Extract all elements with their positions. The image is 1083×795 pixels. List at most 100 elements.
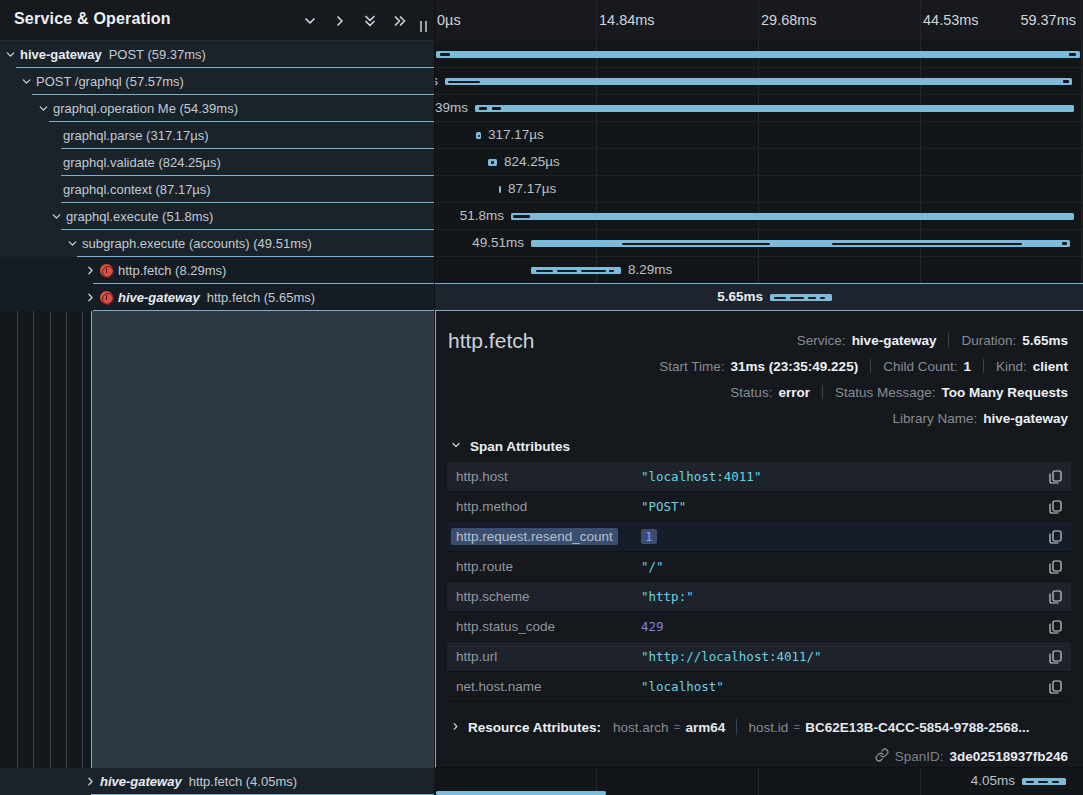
chevron-down-icon[interactable] [50, 210, 63, 223]
meta-label: Status Message: [835, 385, 936, 400]
service-name: hive-gateway [20, 47, 102, 62]
span-row[interactable]: hive-gatewayPOST (59.37ms) [0, 41, 434, 68]
attribute-row[interactable]: http.host"localhost:4011" [447, 462, 1071, 492]
chevron-right-icon[interactable] [84, 291, 97, 304]
indent-guide [66, 230, 67, 795]
span-bar[interactable] [445, 78, 1072, 85]
attribute-row[interactable]: http.url"http://localhost:4011/" [447, 642, 1071, 672]
chevron-right-icon[interactable] [84, 775, 97, 788]
attribute-value: "localhost" [641, 679, 724, 694]
chevron-down-icon[interactable] [66, 237, 79, 250]
copy-icon[interactable] [1049, 560, 1062, 574]
meta-value: hive-gateway [852, 333, 937, 348]
chevron-right-icon[interactable] [450, 720, 461, 735]
span-bar[interactable] [1022, 778, 1066, 785]
span-row[interactable]: graphql.operation Me (54.39ms) [0, 95, 434, 122]
span-label: graphql.operation Me (54.39ms) [53, 101, 238, 116]
chevron-down-icon[interactable] [20, 75, 33, 88]
bar-segment [1052, 781, 1059, 783]
link-icon [875, 748, 889, 765]
span-attributes-header[interactable]: Span Attributes [450, 439, 570, 454]
meta-label: Start Time: [659, 359, 724, 374]
attribute-row[interactable]: http.request.resend_count1 [447, 522, 1071, 552]
selected-subtree-area [91, 311, 434, 768]
resource-attributes-row[interactable]: Resource Attributes:host.arch=arm64host.… [450, 719, 1030, 735]
bar-segment [478, 135, 480, 137]
meta-label: Library Name: [892, 411, 977, 426]
bar-segment [820, 297, 825, 299]
copy-icon[interactable] [1049, 680, 1062, 694]
span-row[interactable]: graphql.execute (51.8ms) [0, 203, 434, 230]
span-bar[interactable] [511, 213, 1074, 220]
attribute-row[interactable]: net.host.name"localhost" [447, 672, 1071, 702]
panel-title: Service & Operation [14, 10, 171, 28]
attribute-value: "http://localhost:4011/" [641, 649, 822, 664]
copy-icon[interactable] [1049, 530, 1062, 544]
span-bar[interactable] [770, 294, 832, 301]
resource-key: host.arch [613, 720, 669, 735]
span-bar[interactable] [436, 51, 1080, 58]
ruler-tick-label: 14.84ms [599, 12, 655, 28]
attribute-key: net.host.name [456, 679, 641, 694]
attribute-value: "localhost:4011" [641, 469, 761, 484]
row-border [93, 310, 434, 311]
attribute-key: http.host [456, 469, 641, 484]
span-bar[interactable] [475, 105, 1074, 112]
duration-label: 317.17µs [488, 127, 544, 143]
chevron-down-icon[interactable] [450, 439, 462, 454]
copy-icon[interactable] [1049, 500, 1062, 514]
row-separator [435, 229, 1083, 230]
span-bar[interactable] [531, 240, 1070, 247]
section-title: Span Attributes [470, 439, 570, 454]
copy-icon[interactable] [1049, 470, 1062, 484]
partial-span-bar[interactable] [436, 791, 606, 795]
span-bar[interactable] [499, 186, 501, 193]
span-row[interactable]: graphql.context (87.17µs) [0, 176, 434, 203]
selection-border [435, 310, 1083, 311]
splitter-handle-icon[interactable] [420, 21, 427, 32]
expand-all-chevron-icon[interactable] [392, 13, 408, 29]
meta-label: Kind: [996, 359, 1027, 374]
span-bar[interactable] [476, 132, 481, 139]
attribute-key: http.method [456, 499, 641, 514]
copy-icon[interactable] [1049, 650, 1062, 664]
span-row[interactable]: graphql.parse (317.17µs) [0, 122, 434, 149]
attribute-key: http.route [456, 559, 641, 574]
attribute-value: 1 [641, 529, 657, 544]
meta-value: 31ms (23:35:49.225) [731, 359, 859, 374]
chevron-down-icon[interactable] [4, 48, 17, 61]
bar-segment [609, 270, 614, 272]
chevron-down-icon[interactable] [37, 102, 50, 115]
span-row[interactable]: graphql.validate (824.25µs) [0, 149, 434, 176]
span-row[interactable]: subgraph.execute (accounts) (49.51ms) [0, 230, 434, 257]
resource-value: arm64 [686, 720, 726, 735]
collapse-all-chevron-icon[interactable] [362, 13, 378, 29]
chevron-right-icon[interactable] [84, 264, 97, 277]
expand-one-chevron-icon[interactable] [332, 13, 348, 29]
attribute-row[interactable]: http.status_code429 [447, 612, 1071, 642]
collapse-one-chevron-icon[interactable] [302, 13, 318, 29]
span-id: SpanID:3de02518937fb246 [875, 748, 1068, 765]
row-separator [435, 67, 1083, 68]
attribute-key: http.scheme [456, 589, 641, 604]
attribute-row[interactable]: http.route"/" [447, 552, 1071, 582]
bar-segment [1069, 53, 1076, 56]
bar-segment [774, 297, 786, 299]
copy-icon[interactable] [1049, 590, 1062, 604]
span-bar[interactable] [488, 159, 497, 166]
duration-label: 49.51ms [472, 235, 524, 251]
copy-icon[interactable] [1049, 620, 1062, 634]
row-separator [435, 148, 1083, 149]
span-row[interactable]: hive-gatewayhttp.fetch (4.05ms) [0, 768, 434, 795]
span-label: POST /graphql (57.57ms) [36, 74, 184, 89]
bar-segment [557, 270, 577, 272]
span-bar[interactable] [531, 267, 621, 274]
span-row[interactable]: hive-gatewayhttp.fetch (5.65ms) [0, 284, 434, 311]
span-row[interactable]: http.fetch (8.29ms) [0, 257, 434, 284]
meta-label: Duration: [961, 333, 1016, 348]
resource-value: BC62E13B-C4CC-5854-9788-2568... [805, 720, 1029, 735]
attribute-value: 429 [641, 619, 664, 634]
attribute-row[interactable]: http.scheme"http:" [447, 582, 1071, 612]
attribute-row[interactable]: http.method"POST" [447, 492, 1071, 522]
span-row[interactable]: POST /graphql (57.57ms) [0, 68, 434, 95]
